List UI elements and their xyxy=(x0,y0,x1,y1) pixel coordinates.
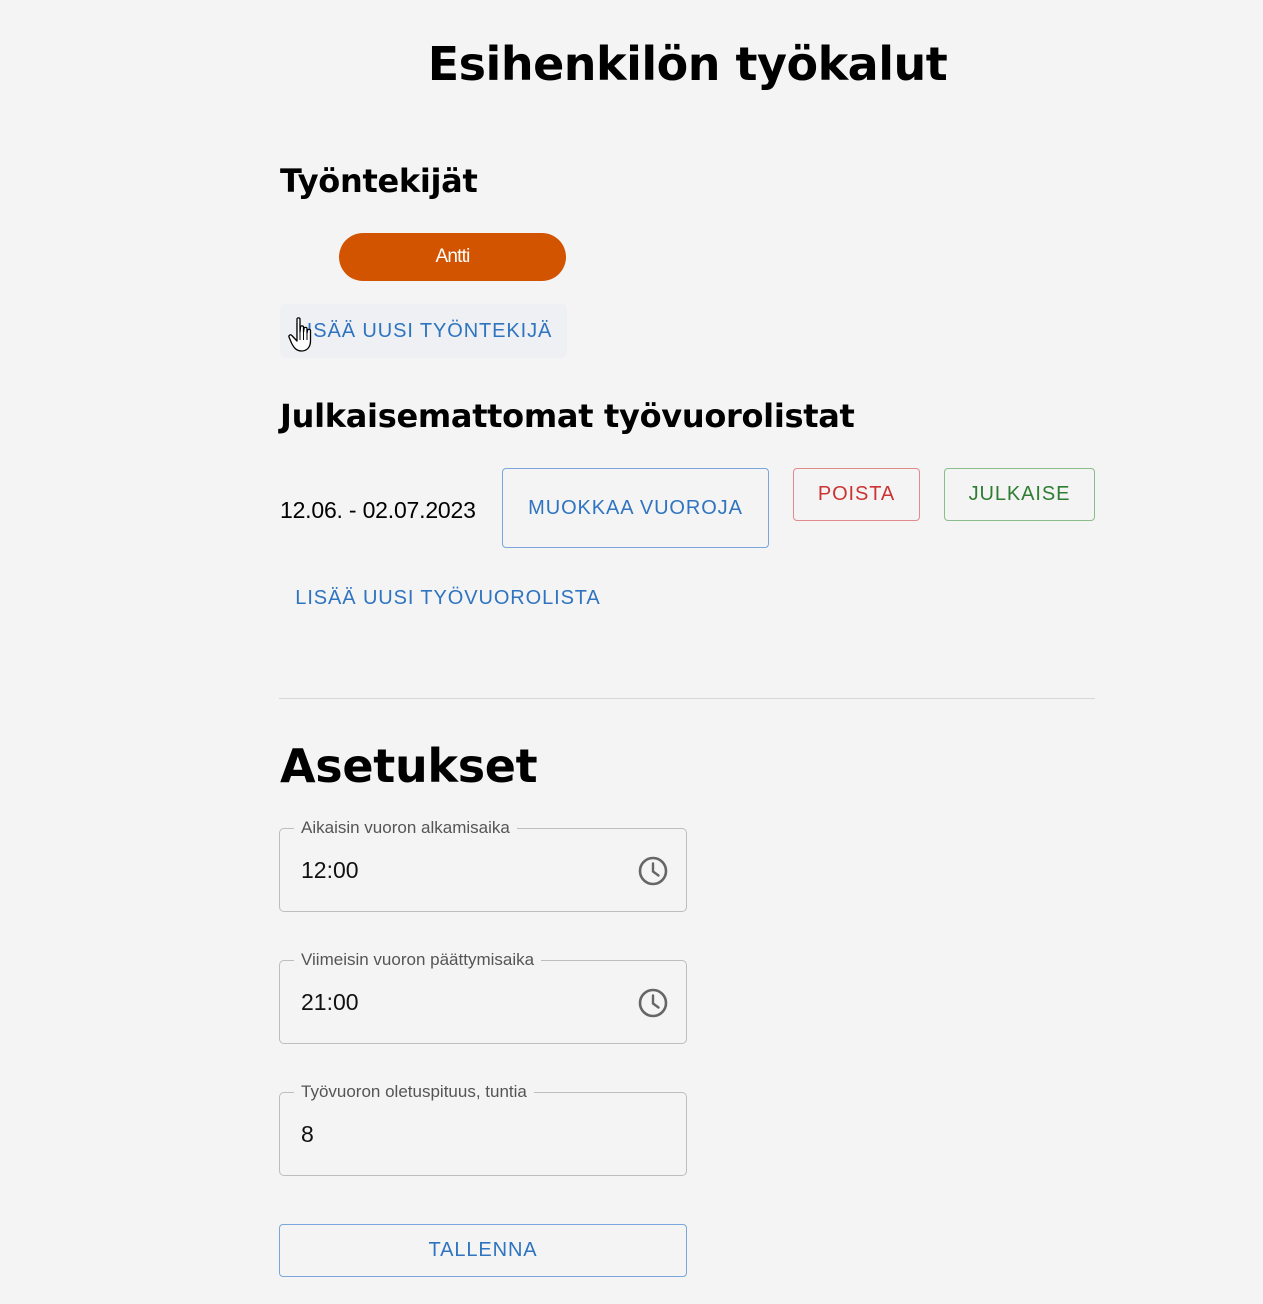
save-button[interactable]: TALLENNA xyxy=(279,1224,687,1277)
clock-icon[interactable] xyxy=(637,855,669,887)
section-divider xyxy=(279,698,1095,699)
page-title: Esihenkilön työkalut xyxy=(427,37,948,91)
delete-roster-button[interactable]: POISTA xyxy=(793,468,920,521)
roster-date-range: 12.06. - 02.07.2023 xyxy=(280,497,476,523)
latest-end-time-value[interactable]: 21:00 xyxy=(301,987,359,1017)
earliest-start-time-value[interactable]: 12:00 xyxy=(301,855,359,885)
default-shift-length-value[interactable]: 8 xyxy=(301,1119,314,1149)
unpublished-rosters-heading: Julkaisemattomat työvuorolistat xyxy=(280,397,855,435)
earliest-start-time-field[interactable]: Aikaisin vuoron alkamisaika 12:00 xyxy=(279,816,687,912)
latest-end-time-label: Viimeisin vuoron päättymisaika xyxy=(294,948,542,972)
hand-cursor-icon xyxy=(288,317,312,352)
employee-chip-antti[interactable]: Antti xyxy=(339,233,566,281)
publish-roster-button[interactable]: JULKAISE xyxy=(944,468,1095,521)
clock-icon[interactable] xyxy=(637,987,669,1019)
add-roster-button[interactable]: LISÄÄ UUSI TYÖVUOROLISTA xyxy=(280,571,616,625)
employees-heading: Työntekijät xyxy=(280,162,478,200)
default-shift-length-field[interactable]: Työvuoron oletuspituus, tuntia 8 xyxy=(279,1080,687,1176)
default-shift-length-label: Työvuoron oletuspituus, tuntia xyxy=(294,1080,534,1104)
supervisor-tools-page: Esihenkilön työkalut Työntekijät Antti L… xyxy=(0,0,1263,1304)
latest-end-time-field[interactable]: Viimeisin vuoron päättymisaika 21:00 xyxy=(279,948,687,1044)
earliest-start-time-label: Aikaisin vuoron alkamisaika xyxy=(294,816,517,840)
settings-heading: Asetukset xyxy=(280,739,538,793)
add-employee-button[interactable]: LISÄÄ UUSI TYÖNTEKIJÄ xyxy=(280,304,567,358)
edit-shifts-button[interactable]: MUOKKAA VUOROJA xyxy=(502,468,769,548)
